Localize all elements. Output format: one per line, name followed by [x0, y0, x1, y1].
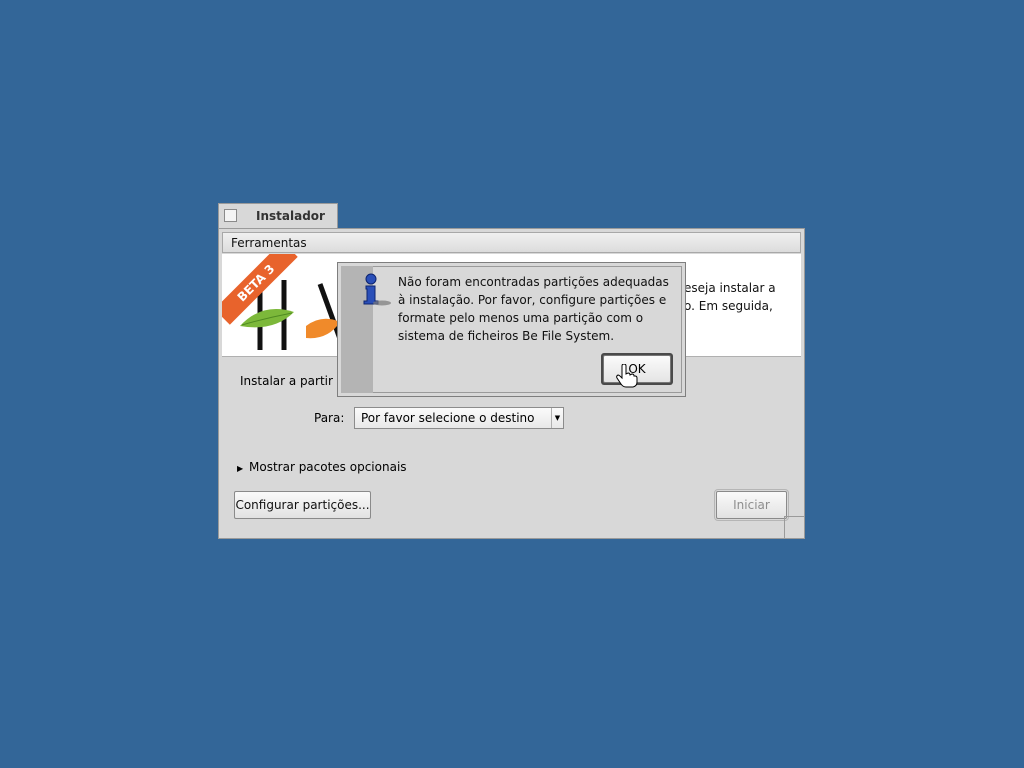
window-tab[interactable]: Instalador [218, 203, 338, 228]
hand-cursor-icon [616, 364, 638, 388]
banner-text: eseja instalar a o. Em seguida, [684, 279, 799, 315]
optional-packages-toggle[interactable]: ▶ Mostrar pacotes opcionais [237, 460, 407, 474]
configure-partitions-button[interactable]: Configurar partições... [234, 491, 371, 519]
close-button[interactable] [224, 209, 237, 222]
menu-tools[interactable]: Ferramentas [231, 236, 307, 250]
info-icon [363, 273, 391, 306]
destination-select[interactable]: Por favor selecione o destino ▼ [354, 407, 564, 429]
disclosure-triangle-icon: ▶ [237, 464, 244, 473]
menu-bar: Ferramentas [222, 232, 801, 253]
install-from-label: Instalar a partir de [240, 374, 352, 388]
desktop: Instalador Ferramentas BETA 3 eseja inst… [0, 0, 1024, 768]
banner-text-line: eseja instalar a [684, 281, 776, 295]
optional-packages-label: Mostrar pacotes opcionais [249, 460, 407, 474]
destination-value: Por favor selecione o destino [361, 411, 535, 425]
start-button[interactable]: Iniciar [714, 489, 789, 521]
chevron-down-icon: ▼ [551, 408, 563, 428]
destination-label: Para: [314, 411, 345, 425]
window-title: Instalador [256, 209, 325, 223]
banner-text-line: o. Em seguida, [684, 299, 773, 313]
resize-handle[interactable] [784, 516, 804, 538]
alert-message: Não foram encontradas partições adequada… [398, 275, 669, 343]
